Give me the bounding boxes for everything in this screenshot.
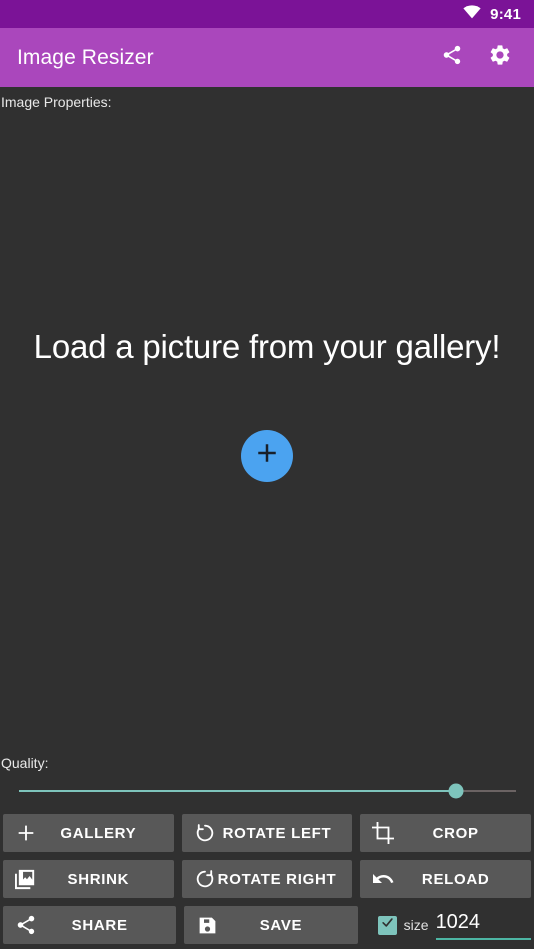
save-button[interactable]: SAVE: [184, 906, 358, 944]
quality-slider[interactable]: [1, 780, 534, 802]
quality-slider-thumb[interactable]: [448, 783, 464, 799]
status-bar-right: 9:41: [463, 4, 521, 24]
rotate-right-icon: [192, 866, 218, 892]
gallery-button-label: GALLERY: [60, 824, 137, 842]
app-bar: Image Resizer: [0, 28, 534, 87]
photo-library-icon: [13, 866, 39, 892]
app-title: Image Resizer: [17, 45, 154, 69]
share-button[interactable]: [428, 34, 476, 82]
image-properties-label: Image Properties:: [1, 94, 112, 110]
gallery-button[interactable]: GALLERY: [3, 814, 174, 852]
quality-slider-track: [19, 783, 516, 799]
rotate-left-button-label: ROTATE LEFT: [222, 824, 332, 842]
size-checkbox[interactable]: [377, 915, 397, 935]
share-icon: [441, 44, 463, 71]
empty-state: Load a picture from your gallery!: [0, 110, 534, 755]
plus-icon: [252, 438, 282, 473]
size-input[interactable]: 1024: [435, 906, 531, 944]
reload-button[interactable]: RELOAD: [360, 860, 532, 898]
button-row-2: SHRINK ROTATE RIGHT RELOAD: [3, 860, 532, 898]
size-input-underline: [435, 938, 531, 940]
rotate-left-button[interactable]: ROTATE LEFT: [181, 814, 353, 852]
share-icon: [13, 912, 39, 938]
undo-icon: [370, 866, 396, 892]
app-bar-actions: [428, 34, 534, 82]
empty-state-message: Load a picture from your gallery!: [33, 328, 501, 366]
share-action-button[interactable]: SHARE: [3, 906, 177, 944]
plus-icon: [13, 820, 39, 846]
crop-button[interactable]: CROP: [360, 814, 532, 852]
quality-slider-fill: [19, 790, 457, 792]
settings-button[interactable]: [476, 34, 524, 82]
add-image-fab[interactable]: [241, 429, 293, 482]
shrink-button-label: SHRINK: [67, 870, 130, 888]
reload-button-label: RELOAD: [421, 870, 490, 888]
size-label: size: [403, 917, 429, 933]
rotate-right-button-label: ROTATE RIGHT: [217, 870, 337, 888]
quality-label: Quality:: [1, 754, 49, 771]
crop-button-label: CROP: [432, 824, 479, 842]
shrink-button[interactable]: SHRINK: [3, 860, 174, 898]
save-button-label: SAVE: [259, 916, 303, 934]
save-icon: [194, 912, 220, 938]
gear-icon: [488, 43, 512, 72]
wifi-icon: [463, 4, 481, 24]
main-content: Image Properties: Load a picture from yo…: [0, 87, 534, 949]
check-icon: [380, 915, 395, 935]
quality-section: Quality:: [0, 754, 534, 802]
size-field-group: size 1024: [366, 906, 531, 944]
rotate-left-icon: [192, 820, 218, 846]
action-button-grid: GALLERY ROTATE LEFT CROP SHRINK ROTATE R…: [0, 802, 534, 949]
button-row-3: SHARE SAVE size 1024: [3, 906, 531, 944]
status-bar: 9:41: [0, 0, 534, 28]
size-input-value: 1024: [435, 911, 481, 933]
crop-icon: [370, 820, 396, 846]
share-action-button-label: SHARE: [71, 916, 128, 934]
rotate-right-button[interactable]: ROTATE RIGHT: [181, 860, 353, 898]
status-bar-clock: 9:41: [490, 5, 521, 23]
button-row-1: GALLERY ROTATE LEFT CROP: [3, 814, 532, 852]
app-root: 9:41 Image Resizer Image Properties: Loa…: [0, 0, 534, 949]
